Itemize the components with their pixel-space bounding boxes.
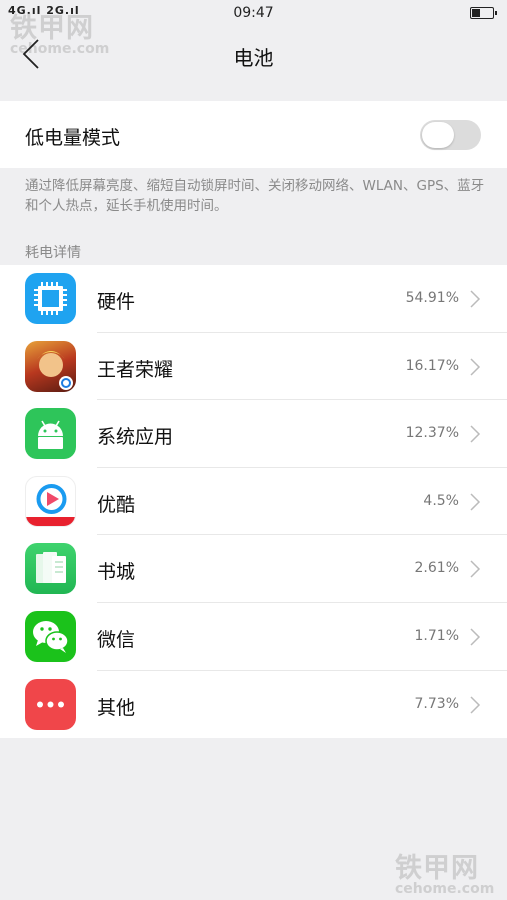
usage-item-bookstore[interactable]: 书城 2.61%	[0, 535, 507, 603]
app-name: 硬件	[97, 291, 136, 313]
app-percent: 4.5%	[423, 492, 459, 509]
usage-item-system-apps[interactable]: 系统应用 12.37%	[0, 400, 507, 468]
nav-bar: 电池	[0, 26, 507, 84]
honor-of-kings-icon	[25, 340, 76, 392]
usage-item-hardware[interactable]: 硬件 54.91%	[0, 265, 507, 333]
chevron-right-icon	[469, 424, 481, 444]
toggle-knob	[422, 122, 454, 148]
low-power-description: 通过降低屏幕亮度、缩短自动锁屏时间、关闭移动网络、WLAN、GPS、蓝牙和个人热…	[25, 178, 485, 214]
usage-item-honor-of-kings[interactable]: 王者荣耀 16.17%	[0, 333, 507, 401]
app-percent: 54.91%	[405, 290, 459, 306]
youku-icon	[25, 475, 76, 527]
app-percent: 7.73%	[414, 695, 459, 712]
chevron-right-icon	[469, 492, 481, 512]
wechat-icon	[25, 610, 76, 662]
bookstore-icon	[25, 543, 76, 595]
app-percent: 12.37%	[405, 425, 459, 442]
page-title: 电池	[233, 46, 274, 70]
app-name: 王者荣耀	[97, 358, 174, 381]
app-percent: 2.61%	[414, 560, 459, 577]
chevron-right-icon	[469, 289, 481, 309]
chevron-right-icon	[469, 559, 481, 579]
low-power-label: 低电量模式	[25, 127, 121, 149]
chevron-right-icon	[469, 627, 481, 647]
app-percent: 16.17%	[405, 357, 459, 374]
hardware-chip-icon	[25, 273, 76, 324]
app-name: 优酷	[97, 493, 136, 516]
app-name: 其他	[97, 696, 136, 719]
chevron-right-icon	[469, 695, 481, 715]
usage-item-wechat[interactable]: 微信 1.71%	[0, 603, 507, 671]
battery-icon	[470, 7, 497, 19]
app-name: 微信	[97, 628, 136, 651]
usage-item-youku[interactable]: 优酷 4.5%	[0, 468, 507, 536]
usage-item-other[interactable]: 其他 7.73%	[0, 671, 507, 739]
watermark-brand: 铁甲网	[395, 853, 479, 884]
low-power-row: 低电量模式	[0, 101, 507, 168]
watermark-site: cehome.com	[395, 881, 495, 897]
chevron-right-icon	[469, 357, 481, 377]
app-percent: 1.71%	[414, 627, 459, 644]
app-name: 书城	[97, 561, 136, 584]
low-power-toggle[interactable]	[420, 120, 481, 150]
usage-list: 硬件 54.91% 王者荣耀 16.17% 系统应用 12.37% 优酷 4.5…	[0, 265, 507, 739]
app-name: 系统应用	[97, 426, 174, 449]
android-icon	[25, 408, 76, 460]
watermark-bottom: 铁甲网 cehome.com	[395, 846, 494, 897]
usage-section-header: 耗电详情	[25, 245, 81, 261]
more-dots-icon	[25, 678, 76, 730]
